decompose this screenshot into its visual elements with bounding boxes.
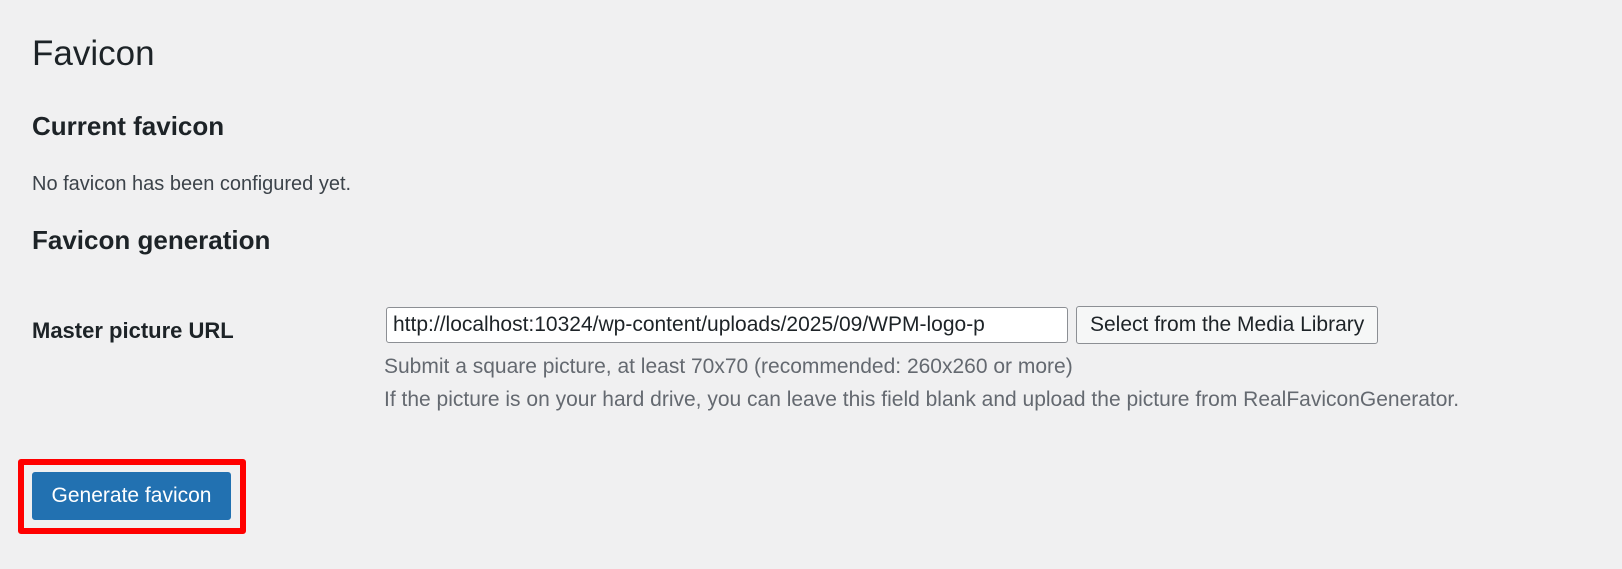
select-from-media-library-button[interactable]: Select from the Media Library bbox=[1076, 306, 1379, 344]
current-favicon-heading: Current favicon bbox=[32, 111, 225, 141]
page-title: Favicon bbox=[32, 34, 155, 73]
master-picture-url-label: Master picture URL bbox=[32, 318, 234, 343]
generate-favicon-button[interactable]: Generate favicon bbox=[32, 472, 231, 520]
favicon-status-text: No favicon has been configured yet. bbox=[32, 173, 352, 195]
picture-size-hint: Submit a square picture, at least 70x70 … bbox=[384, 355, 1073, 378]
upload-hint: If the picture is on your hard drive, yo… bbox=[384, 388, 1460, 411]
master-picture-url-input[interactable] bbox=[386, 307, 1068, 343]
favicon-settings-page: Favicon Current favicon No favicon has b… bbox=[0, 0, 1622, 569]
favicon-generation-heading: Favicon generation bbox=[32, 225, 271, 255]
